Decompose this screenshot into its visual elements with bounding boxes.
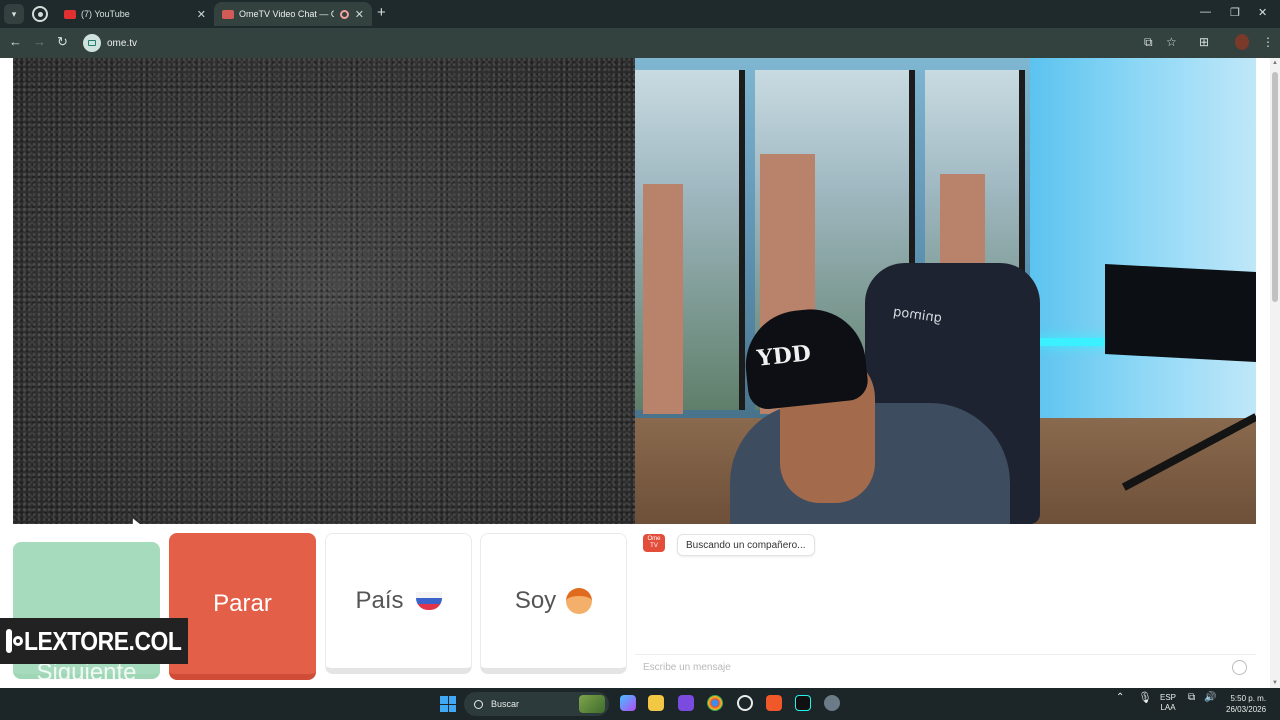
browser-toolbar: ← → ↻ ome.tv ⧉ ☆ ⊞ ⋮ bbox=[0, 28, 1280, 58]
russia-flag-icon bbox=[415, 592, 442, 610]
clock-date: 26/03/2026 bbox=[1226, 705, 1267, 714]
stop-button[interactable]: Parar bbox=[169, 533, 316, 680]
scroll-down-icon[interactable]: ▼ bbox=[1272, 680, 1278, 686]
tab-title: OmeTV Video Chat — Ome bbox=[239, 9, 334, 19]
language-code: ESP bbox=[1160, 693, 1177, 702]
status-message-bubble: Buscando un compañero... bbox=[677, 534, 815, 556]
watermark-text: LEXTORE.COL bbox=[24, 625, 182, 656]
search-label: Buscar bbox=[491, 699, 520, 709]
twitch-icon[interactable] bbox=[678, 695, 694, 711]
language-indicator[interactable]: ESP LAA bbox=[1160, 693, 1176, 713]
close-tab-icon[interactable]: ✕ bbox=[355, 8, 364, 21]
stranger-video-static bbox=[13, 58, 635, 524]
new-tab-button[interactable]: + bbox=[377, 5, 386, 21]
forward-icon[interactable]: → bbox=[33, 34, 46, 50]
address-bar[interactable]: ome.tv bbox=[80, 32, 1135, 54]
extensions-icon[interactable]: ⊞ bbox=[1199, 35, 1209, 49]
tab-ometv[interactable]: OmeTV Video Chat — Ome ✕ bbox=[214, 2, 372, 26]
volume-icon[interactable]: 🔊 bbox=[1204, 693, 1216, 703]
search-icon bbox=[474, 699, 483, 709]
gender-select-button[interactable]: Soy bbox=[480, 533, 627, 674]
whatsapp-pinned-tab-icon[interactable] bbox=[32, 6, 48, 22]
tab-youtube[interactable]: (7) YouTube ✕ bbox=[56, 2, 214, 26]
minimize-icon[interactable]: — bbox=[1200, 6, 1211, 18]
tab-title: (7) YouTube bbox=[81, 9, 130, 19]
cast-icon[interactable]: ⧉ bbox=[1144, 35, 1153, 49]
settings-gear-icon[interactable] bbox=[824, 695, 840, 711]
bookmark-star-icon[interactable]: ☆ bbox=[1166, 35, 1177, 49]
clock-time: 5:50 p. m. bbox=[1230, 694, 1267, 703]
building bbox=[643, 184, 683, 414]
ometv-logo-icon: Ome TV bbox=[643, 534, 665, 552]
copilot-icon[interactable] bbox=[620, 695, 636, 711]
page-scrollbar[interactable]: ▲ ▼ bbox=[1270, 58, 1280, 688]
stop-button-label: Parar bbox=[213, 589, 272, 617]
message-bar bbox=[635, 654, 1256, 678]
instagram-watermark: LEXTORE.COL bbox=[0, 618, 188, 664]
gender-button-label: Soy bbox=[514, 587, 557, 614]
microphone-icon[interactable]: 🎙 bbox=[1138, 693, 1152, 704]
reload-icon[interactable]: ↻ bbox=[57, 34, 68, 50]
profile-avatar[interactable] bbox=[1235, 34, 1249, 50]
obs-icon[interactable] bbox=[737, 695, 753, 711]
ometv-icon bbox=[222, 9, 234, 19]
scrollbar-thumb[interactable] bbox=[1272, 72, 1278, 302]
tiktok-icon[interactable] bbox=[795, 695, 811, 711]
recording-indicator-icon bbox=[339, 9, 349, 19]
keyboard-layout: LAA bbox=[1160, 703, 1176, 712]
emoji-icon[interactable] bbox=[1232, 660, 1247, 675]
browser-tab-bar: ▾ (7) YouTube ✕ OmeTV Video Chat — Ome ✕… bbox=[0, 0, 1280, 28]
menu-kebab-icon[interactable]: ⋮ bbox=[1262, 35, 1274, 49]
tray-chevron-up-icon[interactable]: ⌃ bbox=[1116, 693, 1124, 703]
chrome-icon[interactable] bbox=[707, 695, 723, 711]
file-explorer-icon[interactable] bbox=[648, 695, 664, 711]
scroll-up-icon[interactable]: ▲ bbox=[1272, 60, 1278, 66]
close-tab-icon[interactable]: ✕ bbox=[197, 8, 206, 21]
ometv-page: gnimoq YDD Siguiente Parar País Soy LEXT… bbox=[0, 58, 1270, 688]
wall-tv bbox=[1105, 264, 1256, 362]
chat-panel: Ome TV Buscando un compañero... bbox=[635, 524, 1256, 678]
clock[interactable]: 5:50 p. m. 26/03/2026 bbox=[1226, 693, 1266, 715]
country-select-button[interactable]: País bbox=[325, 533, 472, 674]
site-info-icon[interactable] bbox=[83, 34, 101, 52]
windows-taskbar: Buscar ⌃ 🎙 ESP LAA ⧉ 🔊 5:50 p. m. 26/03/… bbox=[0, 688, 1280, 720]
back-icon[interactable]: ← bbox=[9, 34, 22, 50]
boy-emoji-icon bbox=[566, 588, 593, 614]
self-camera-video: gnimoq YDD bbox=[635, 58, 1256, 524]
search-highlight-image bbox=[579, 695, 605, 713]
brave-icon[interactable] bbox=[766, 695, 782, 711]
restore-icon[interactable]: ❐ bbox=[1230, 6, 1240, 19]
url-text: ome.tv bbox=[107, 37, 138, 49]
instagram-icon bbox=[6, 629, 23, 653]
tab-search-button[interactable]: ▾ bbox=[4, 4, 24, 24]
country-button-label: País bbox=[355, 587, 404, 614]
network-icon[interactable]: ⧉ bbox=[1188, 693, 1195, 703]
youtube-icon bbox=[64, 9, 76, 19]
taskbar-search[interactable]: Buscar bbox=[464, 692, 609, 716]
windows-start-icon[interactable] bbox=[440, 696, 456, 712]
close-window-icon[interactable]: ✕ bbox=[1258, 6, 1267, 19]
message-input[interactable] bbox=[643, 659, 1223, 675]
